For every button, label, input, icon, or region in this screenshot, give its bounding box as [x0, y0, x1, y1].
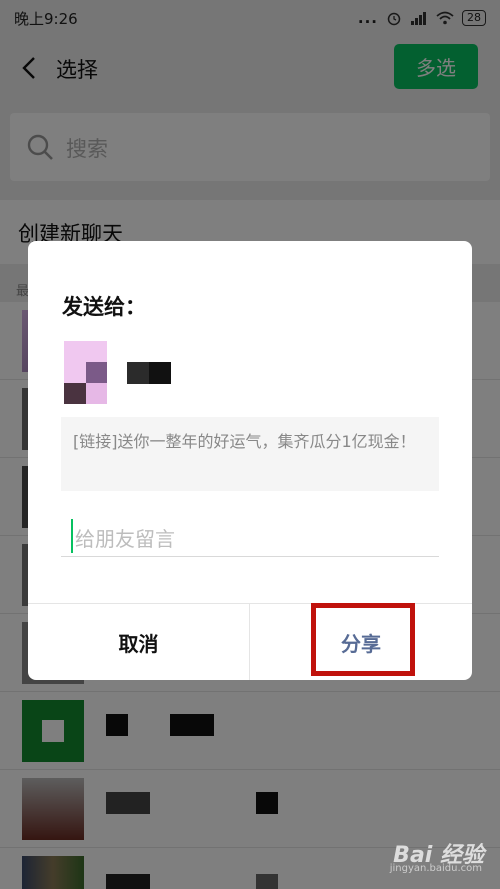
link-preview: [链接]送你一整年的好运气，集齐瓜分1亿现金！	[61, 417, 439, 491]
recipient-avatar	[64, 341, 107, 404]
message-placeholder: 给朋友留言	[75, 527, 175, 551]
highlight-box	[311, 603, 415, 676]
watermark: Bai 经验 jingyan.baidu.com	[370, 837, 490, 877]
message-input[interactable]: 给朋友留言	[61, 519, 439, 557]
cancel-button[interactable]: 取消	[28, 604, 250, 680]
recipient-name	[127, 362, 171, 384]
dialog-title: 发送给：	[62, 295, 146, 319]
watermark-url: jingyan.baidu.com	[389, 863, 482, 874]
text-caret	[71, 519, 73, 553]
